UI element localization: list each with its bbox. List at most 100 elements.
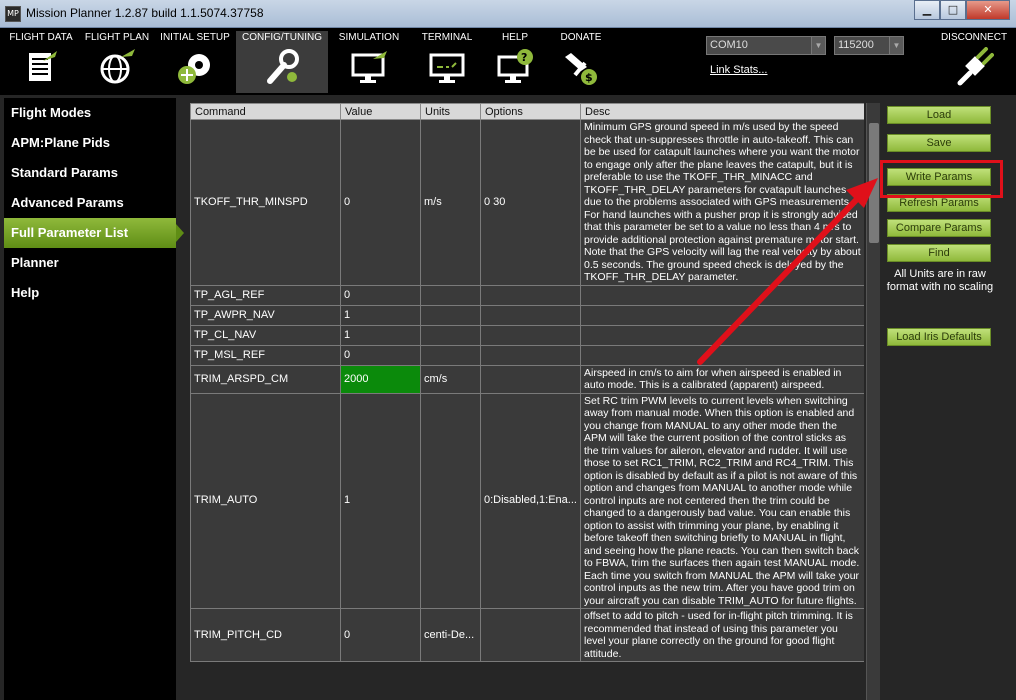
cell-options — [480, 344, 581, 366]
sidebar-item-advanced-params[interactable]: Advanced Params — [4, 188, 176, 218]
simulation-icon — [351, 51, 387, 83]
save-button[interactable]: Save — [887, 134, 991, 152]
menu-label: CONFIG/TUNING — [242, 32, 322, 43]
table-row[interactable]: TRIM_AUTO 1 0:Disabled,1:Ena... Set RC t… — [190, 392, 864, 609]
window-controls: ▁ □ ✕ — [914, 0, 1010, 20]
cell-command: TRIM_ARSPD_CM — [190, 364, 341, 394]
link-stats-link[interactable]: Link Stats... — [710, 64, 767, 76]
column-header-value[interactable]: Value — [340, 103, 421, 120]
cell-units — [420, 284, 481, 306]
main-toolbar: FLIGHT DATA FLIGHT PLAN INITIAL SETUP CO… — [0, 28, 1016, 95]
cell-command: TP_AWPR_NAV — [190, 304, 341, 326]
table-row[interactable]: TKOFF_THR_MINSPD 0 m/s 0 30 Minimum GPS … — [190, 119, 864, 286]
disconnect-label: DISCONNECT — [940, 32, 1008, 43]
cell-desc: Airspeed in cm/s to aim for when airspee… — [580, 364, 864, 394]
chevron-down-icon: ▼ — [889, 37, 903, 54]
svg-text:$: $ — [585, 71, 593, 84]
cell-units — [420, 344, 481, 366]
sidebar-item-full-parameter-list[interactable]: Full Parameter List — [4, 218, 184, 248]
column-header-command[interactable]: Command — [190, 103, 341, 120]
cell-options: 0:Disabled,1:Ena... — [480, 392, 581, 609]
cell-desc: Minimum GPS ground speed in m/s used by … — [580, 119, 864, 286]
menu-simulation[interactable]: SIMULATION — [332, 31, 406, 93]
menu-label: TERMINAL — [421, 32, 473, 43]
sidebar-item-flight-modes[interactable]: Flight Modes — [4, 98, 176, 128]
sidebar-item-help[interactable]: Help — [4, 278, 176, 308]
menu-label: INITIAL SETUP — [160, 32, 230, 43]
window-titlebar: MP Mission Planner 1.2.87 build 1.1.5074… — [0, 0, 1016, 28]
disconnect-button[interactable]: DISCONNECT — [938, 31, 1010, 87]
close-button[interactable]: ✕ — [966, 0, 1010, 20]
menu-config-tuning[interactable]: CONFIG/TUNING — [236, 31, 328, 93]
menu-label: SIMULATION — [338, 32, 400, 43]
terminal-icon — [429, 53, 465, 83]
parameter-table-container: Command Value Units Options Desc TKOFF_T… — [190, 103, 864, 700]
cell-options — [480, 608, 581, 662]
baud-value: 115200 — [838, 39, 874, 51]
window-title: Mission Planner 1.2.87 build 1.1.5074.37… — [26, 6, 264, 20]
menu-donate[interactable]: DONATE $ — [552, 31, 610, 93]
cell-units — [420, 392, 481, 609]
find-button[interactable]: Find — [887, 244, 991, 262]
cell-options — [480, 304, 581, 326]
cell-command: TP_MSL_REF — [190, 344, 341, 366]
column-header-desc[interactable]: Desc — [580, 103, 864, 120]
column-header-options[interactable]: Options — [480, 103, 581, 120]
table-row[interactable]: TRIM_ARSPD_CM 2000 cm/s Airspeed in cm/s… — [190, 364, 864, 394]
maximize-button[interactable]: □ — [940, 0, 966, 20]
cell-value[interactable]: 0 — [340, 119, 421, 286]
menu-flight-plan[interactable]: FLIGHT PLAN — [80, 31, 154, 93]
menu-flight-data[interactable]: FLIGHT DATA — [4, 31, 78, 93]
table-row[interactable]: TRIM_PITCH_CD 0 centi-De... offset to ad… — [190, 608, 864, 662]
cell-value[interactable]: 2000 — [340, 364, 421, 394]
sidebar-item-standard-params[interactable]: Standard Params — [4, 158, 176, 188]
table-row[interactable]: TP_CL_NAV 1 — [190, 324, 864, 346]
column-header-units[interactable]: Units — [420, 103, 481, 120]
menu-terminal[interactable]: TERMINAL — [410, 31, 484, 93]
cell-options — [480, 324, 581, 346]
menu-label: FLIGHT DATA — [9, 32, 73, 43]
cell-desc: offset to add to pitch - used for in-fli… — [580, 608, 864, 662]
cell-options: 0 30 — [480, 119, 581, 286]
donate-icon: $ — [565, 53, 597, 85]
cell-value[interactable]: 0 — [340, 284, 421, 306]
minimize-button[interactable]: ▁ — [914, 0, 940, 20]
cell-desc — [580, 284, 864, 306]
cell-value[interactable]: 0 — [340, 608, 421, 662]
port-select[interactable]: COM10 ▼ — [706, 36, 826, 55]
flight-data-icon — [29, 51, 57, 81]
cell-options — [480, 284, 581, 306]
table-row[interactable]: TP_AWPR_NAV 1 — [190, 304, 864, 326]
cell-value[interactable]: 1 — [340, 392, 421, 609]
cell-desc — [580, 344, 864, 366]
load-iris-defaults-button[interactable]: Load Iris Defaults — [887, 328, 991, 346]
table-scrollbar[interactable] — [866, 103, 880, 700]
menu-label: DONATE — [560, 32, 602, 43]
menu-help[interactable]: HELP ? — [486, 31, 544, 93]
cell-value[interactable]: 1 — [340, 324, 421, 346]
table-row[interactable]: TP_AGL_REF 0 — [190, 284, 864, 306]
config-tuning-icon — [267, 49, 299, 84]
sidebar-item-plane-pids[interactable]: APM:Plane Pids — [4, 128, 176, 158]
port-value: COM10 — [710, 39, 748, 51]
table-row[interactable]: TP_MSL_REF 0 — [190, 344, 864, 366]
chevron-down-icon: ▼ — [811, 37, 825, 54]
cell-command: TP_AGL_REF — [190, 284, 341, 306]
cell-units — [420, 304, 481, 326]
cell-options — [480, 364, 581, 394]
config-sidebar: Flight Modes APM:Plane Pids Standard Par… — [4, 98, 184, 700]
load-button[interactable]: Load — [887, 106, 991, 124]
scrollbar-thumb[interactable] — [869, 123, 879, 243]
cell-command: TP_CL_NAV — [190, 324, 341, 346]
sidebar-item-planner[interactable]: Planner — [4, 248, 176, 278]
baud-select[interactable]: 115200 ▼ — [834, 36, 904, 55]
cell-value[interactable]: 0 — [340, 344, 421, 366]
app-logo-icon: MP — [5, 6, 21, 22]
compare-params-button[interactable]: Compare Params — [887, 219, 991, 237]
table-header-row: Command Value Units Options Desc — [190, 103, 864, 120]
cell-command: TRIM_PITCH_CD — [190, 608, 341, 662]
menu-label: HELP — [501, 32, 529, 43]
menu-initial-setup[interactable]: INITIAL SETUP — [158, 31, 232, 93]
svg-text:?: ? — [521, 51, 527, 64]
cell-value[interactable]: 1 — [340, 304, 421, 326]
